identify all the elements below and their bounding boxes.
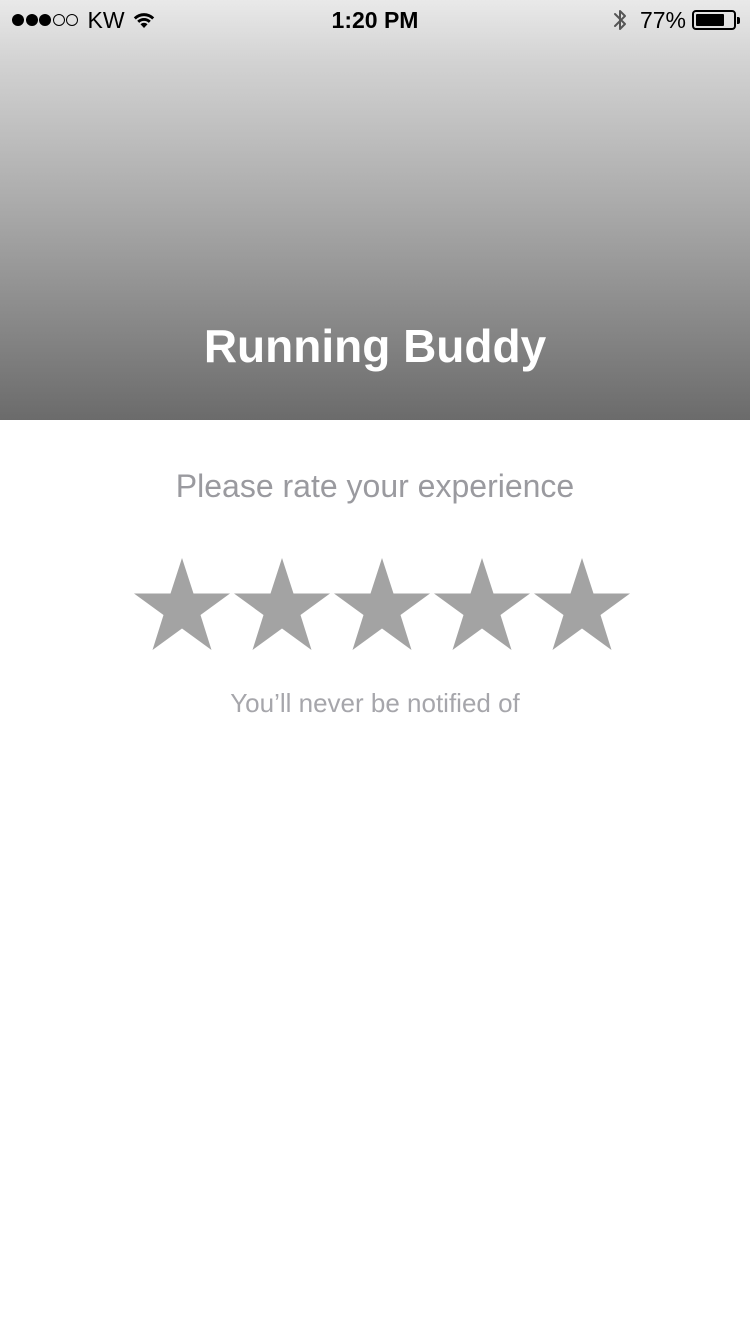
star-2-icon[interactable] bbox=[233, 556, 331, 652]
battery-cap bbox=[737, 17, 740, 24]
battery-icon bbox=[692, 10, 740, 30]
star-4-icon[interactable] bbox=[433, 556, 531, 652]
battery-percent: 77% bbox=[639, 6, 686, 33]
app-title: Running Buddy bbox=[203, 320, 547, 372]
app-header: KW 1:20 PM 77% Running Buddy bbox=[0, 0, 750, 420]
notification-note: You’ll never be notified of bbox=[230, 688, 520, 718]
bluetooth-icon bbox=[612, 7, 628, 33]
star-rating bbox=[0, 556, 750, 654]
star-5-icon[interactable] bbox=[533, 556, 631, 652]
status-bar: KW 1:20 PM 77% bbox=[0, 0, 750, 40]
star-1-icon[interactable] bbox=[133, 556, 231, 652]
star-3-icon[interactable] bbox=[333, 556, 431, 652]
battery-level bbox=[696, 14, 724, 26]
status-right: 77% bbox=[612, 6, 740, 34]
rating-prompt: Please rate your experience bbox=[175, 468, 575, 504]
